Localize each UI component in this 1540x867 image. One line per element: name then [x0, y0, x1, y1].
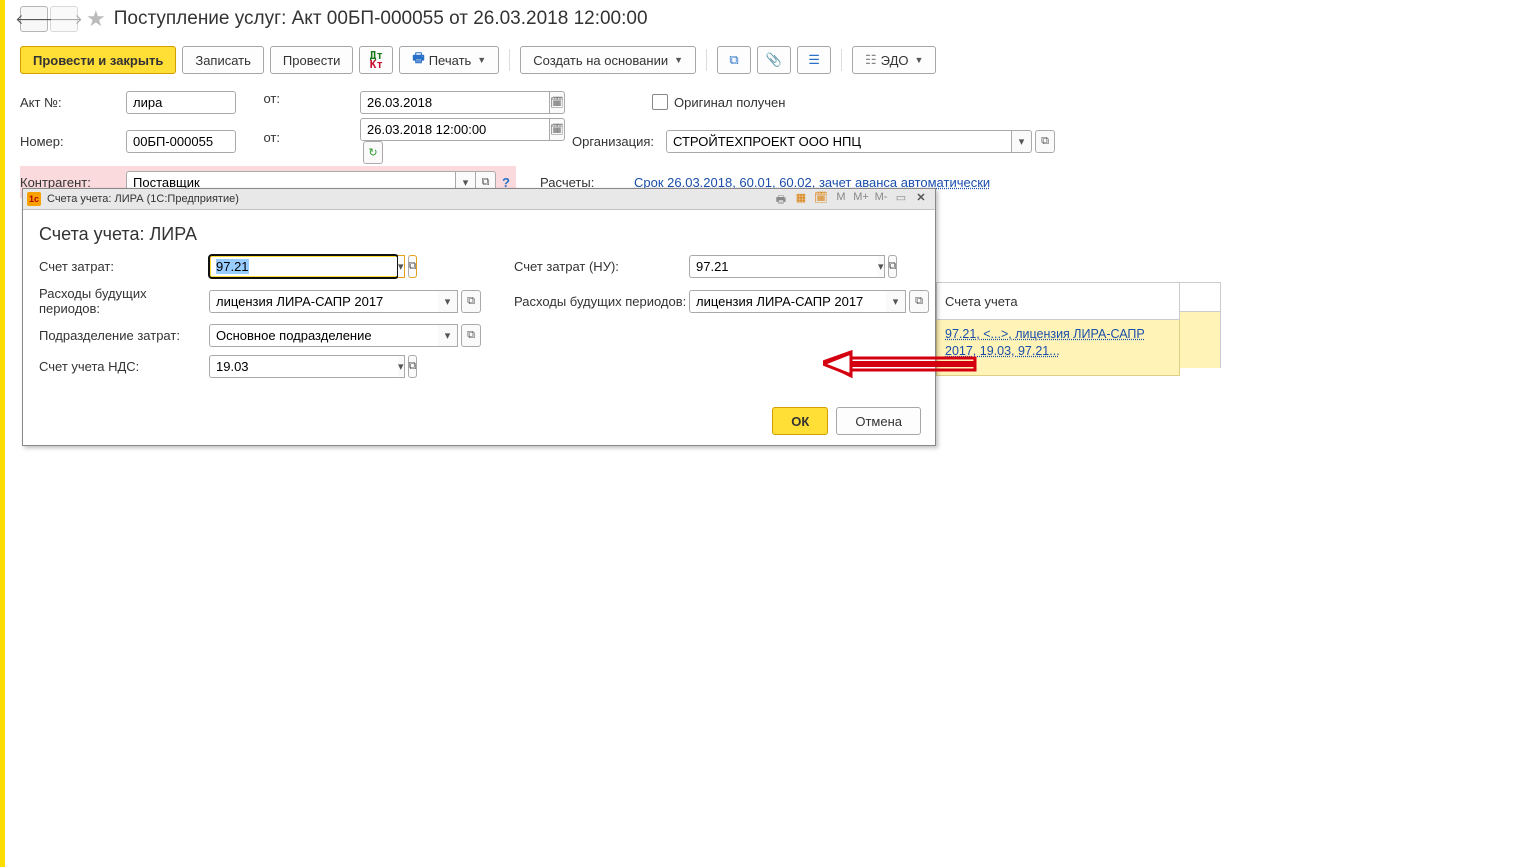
toolbar: Провести и закрыть Записать Провести ДтК… — [5, 38, 1540, 82]
rbp-label: Расходы будущих периодов: — [39, 286, 209, 316]
restore-icon[interactable]: ▭ — [891, 191, 911, 207]
number-label: Номер: — [20, 134, 126, 149]
dropdown-icon[interactable]: ▾ — [398, 355, 405, 378]
related-button[interactable]: ⧉ — [717, 46, 751, 74]
page-header: 🡐 🡒 ★ Поступление услуг: Акт 00БП-000055… — [5, 0, 1540, 38]
number-input[interactable] — [126, 130, 236, 153]
ok-button[interactable]: ОК — [772, 407, 828, 435]
accounts-link[interactable]: 97.21, <...>, лицензия ЛИРА-САПР 2017, 1… — [945, 327, 1145, 358]
rbp-nu-label: Расходы будущих периодов: — [514, 294, 689, 309]
open-icon[interactable]: ⧉ — [408, 355, 418, 378]
caret-down-icon: ▼ — [674, 55, 683, 65]
list-button[interactable]: ☰ — [797, 46, 831, 74]
act-no-input[interactable] — [126, 91, 236, 114]
edo-icon: ☷ — [865, 52, 877, 68]
from-label-2: от: — [256, 130, 286, 153]
back-button[interactable]: 🡐 — [20, 6, 48, 32]
org-input[interactable] — [666, 130, 1012, 153]
cost-acc-nu-input[interactable] — [689, 255, 878, 278]
dept-label: Подразделение затрат: — [39, 328, 209, 343]
rbp-field: ▾ ⧉ — [209, 290, 481, 313]
print-label: Печать — [429, 53, 472, 68]
dropdown-icon[interactable]: ▾ — [1012, 130, 1032, 153]
open-icon[interactable]: ⧉ — [461, 290, 481, 313]
vat-field: ▾ ⧉ — [209, 355, 339, 378]
dropdown-icon[interactable]: ▾ — [438, 290, 458, 313]
mplus-button[interactable]: M+ — [851, 191, 871, 207]
page-title: Поступление услуг: Акт 00БП-000055 от 26… — [114, 8, 648, 30]
cost-acc-nu-label: Счет затрат (НУ): — [514, 259, 689, 274]
open-icon[interactable]: ⧉ — [408, 255, 418, 278]
dropdown-icon[interactable]: ▾ — [398, 255, 405, 278]
accounts-column-extra — [1180, 282, 1221, 368]
rbp-nu-field: ▾ ⧉ — [689, 290, 929, 313]
dialog-window-title: Счета учета: ЛИРА (1С:Предприятие) — [47, 193, 239, 205]
rbp-input[interactable] — [209, 290, 438, 313]
org-label: Организация: — [572, 134, 666, 149]
separator — [509, 49, 510, 71]
dropdown-icon[interactable]: ▾ — [438, 324, 458, 347]
vat-input[interactable] — [209, 355, 398, 378]
open-icon[interactable]: ⧉ — [888, 255, 898, 278]
printer-icon: 🖶 — [412, 49, 424, 71]
open-icon[interactable]: ⧉ — [909, 290, 929, 313]
edo-label: ЭДО — [881, 53, 909, 68]
calendar-icon[interactable]: 🗓 — [811, 191, 831, 207]
edo-button[interactable]: ☷ ЭДО ▼ — [852, 46, 936, 74]
caret-down-icon: ▼ — [477, 55, 486, 65]
close-icon[interactable]: ✕ — [911, 191, 931, 207]
caret-down-icon: ▼ — [915, 55, 924, 65]
rbp-nu-input[interactable] — [689, 290, 886, 313]
print-button[interactable]: 🖶 Печать ▼ — [399, 46, 499, 74]
dropdown-icon[interactable]: ▾ — [878, 255, 885, 278]
act-no-label: Акт №: — [20, 95, 126, 110]
act-date-input[interactable] — [360, 91, 550, 114]
number-date-input[interactable] — [360, 118, 550, 141]
forward-button[interactable]: 🡒 — [50, 6, 78, 32]
favorite-star-icon[interactable]: ★ — [86, 6, 106, 32]
vat-label: Счет учета НДС: — [39, 359, 209, 374]
accounts-column-header: Счета учета — [936, 282, 1180, 320]
create-based-button[interactable]: Создать на основании ▼ — [520, 46, 696, 74]
refresh-icon[interactable]: ↻ — [363, 141, 383, 164]
print-icon[interactable]: 🖶 — [771, 191, 791, 207]
accounts-dialog: 1c Счета учета: ЛИРА (1С:Предприятие) 🖶 … — [22, 188, 936, 446]
accounts-cell[interactable]: 97.21, <...>, лицензия ЛИРА-САПР 2017, 1… — [936, 320, 1180, 376]
cost-acc-field: ▾ ⧉ — [209, 255, 339, 278]
original-received-checkbox[interactable] — [652, 94, 668, 110]
post-and-close-button[interactable]: Провести и закрыть — [20, 46, 176, 74]
separator — [841, 49, 842, 71]
cancel-button[interactable]: Отмена — [836, 407, 921, 435]
open-icon[interactable]: ⧉ — [461, 324, 481, 347]
dt-kt-button[interactable]: ДтКт — [359, 46, 393, 74]
from-label: от: — [256, 91, 286, 114]
dept-field: ▾ ⧉ — [209, 324, 481, 347]
cost-acc-nu-field: ▾ ⧉ — [689, 255, 817, 278]
create-based-label: Создать на основании — [533, 53, 668, 68]
form: Акт №: от: 🗓 Оригинал получен Номер: — [5, 82, 1540, 202]
accounts-column: Счета учета 97.21, <...>, лицензия ЛИРА-… — [936, 282, 1180, 376]
save-button[interactable]: Записать — [182, 46, 264, 74]
separator — [706, 49, 707, 71]
cost-acc-label: Счет затрат: — [39, 259, 209, 274]
attach-button[interactable]: 📎 — [757, 46, 791, 74]
cost-acc-input[interactable] — [209, 255, 398, 278]
open-icon[interactable]: ⧉ — [1035, 130, 1055, 153]
dialog-titlebar[interactable]: 1c Счета учета: ЛИРА (1С:Предприятие) 🖶 … — [23, 189, 935, 210]
calc-icon[interactable]: ▦ — [791, 191, 811, 207]
post-button[interactable]: Провести — [270, 46, 354, 74]
m-button[interactable]: M — [831, 191, 851, 207]
1c-icon: 1c — [27, 192, 41, 206]
original-received-label: Оригинал получен — [674, 95, 785, 110]
dialog-title: Счета учета: ЛИРА — [39, 224, 919, 245]
dropdown-icon[interactable]: ▾ — [886, 290, 906, 313]
dept-input[interactable] — [209, 324, 438, 347]
mminus-button[interactable]: M- — [871, 191, 891, 207]
